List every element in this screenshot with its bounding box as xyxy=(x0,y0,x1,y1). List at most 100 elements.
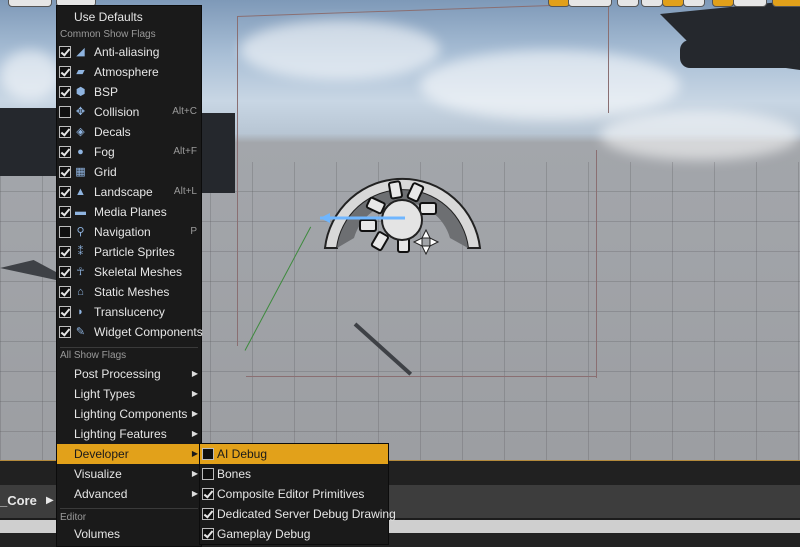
use-defaults-item[interactable]: Use Defaults xyxy=(57,7,201,27)
grid-snap-toggle[interactable] xyxy=(641,0,663,7)
checkbox[interactable] xyxy=(59,126,71,138)
flag-label: Decals xyxy=(94,125,131,139)
ship-mesh xyxy=(680,40,800,68)
show-flag-media-planes[interactable]: ▬ Media Planes xyxy=(57,202,201,222)
flag-label: Grid xyxy=(94,165,117,179)
camera-speed-button[interactable] xyxy=(772,0,800,7)
show-flag-atmosphere[interactable]: ▰ Atmosphere xyxy=(57,62,201,82)
anti-aliasing-icon: ◢ xyxy=(76,46,85,58)
fog-icon: ● xyxy=(77,146,84,158)
skeletal-meshes-icon: ☥ xyxy=(76,266,85,278)
box-edge xyxy=(246,376,596,377)
rotation-snap-button[interactable] xyxy=(712,0,734,7)
checkbox[interactable] xyxy=(59,186,71,198)
submenu-label: Visualize xyxy=(74,467,122,481)
submenu-label: Lighting Features xyxy=(74,427,167,441)
grid-snap-button[interactable] xyxy=(662,0,684,7)
submenu-label: Light Types xyxy=(74,387,136,401)
widget-components-icon: ✎ xyxy=(75,326,86,338)
show-flag-fog[interactable]: ● Fog Alt+F xyxy=(57,142,201,162)
show-flag-static-meshes[interactable]: ⌂ Static Meshes xyxy=(57,282,201,302)
show-flag-bsp[interactable]: ⬢ BSP xyxy=(57,82,201,102)
show-flag-translucency[interactable]: ◗ Translucency xyxy=(57,302,201,322)
checkbox[interactable] xyxy=(59,166,71,178)
show-flag-landscape[interactable]: ▲ Landscape Alt+L xyxy=(57,182,201,202)
flag-label: Fog xyxy=(94,145,115,159)
submenu-lighting-components[interactable]: Lighting Components ▶ xyxy=(57,404,201,424)
show-flag-particle-sprites[interactable]: ⁑ Particle Sprites xyxy=(57,242,201,262)
flag-label: Translucency xyxy=(94,305,165,319)
developer-flag-ai-debug[interactable]: AI Debug xyxy=(200,444,388,464)
show-flag-collision[interactable]: ✥ Collision Alt+C xyxy=(57,102,201,122)
ruin-mesh xyxy=(0,108,56,176)
chevron-right-icon: ▶ xyxy=(191,429,198,438)
checkbox[interactable] xyxy=(59,66,71,78)
flag-label: Composite Editor Primitives xyxy=(217,487,365,501)
developer-submenu: AI Debug Bones Composite Editor Primitives… xyxy=(199,443,396,545)
submenu-visualize[interactable]: Visualize ▶ xyxy=(57,464,201,484)
developer-flag-bones[interactable]: Bones xyxy=(200,464,388,484)
flag-label: BSP xyxy=(94,85,119,99)
menu-separator xyxy=(60,508,198,509)
checkbox[interactable] xyxy=(59,226,71,238)
path-arrow-icon[interactable]: ▶ xyxy=(46,495,54,506)
show-flag-anti-aliasing[interactable]: ◢ Anti-aliasing xyxy=(57,42,201,62)
flag-label: Widget Components xyxy=(94,325,203,339)
chevron-right-icon: ▶ xyxy=(191,369,198,378)
checkbox[interactable] xyxy=(59,86,71,98)
grid-icon: ▦ xyxy=(75,166,86,178)
box-edge xyxy=(608,3,609,113)
scale-snap-button[interactable] xyxy=(733,0,767,7)
surface-snap-button[interactable] xyxy=(617,0,639,7)
decals-icon: ◈ xyxy=(76,126,85,138)
chevron-right-icon: ▶ xyxy=(191,389,198,398)
submenu-lighting-features[interactable]: Lighting Features ▶ xyxy=(57,424,201,444)
submenu-advanced[interactable]: Advanced ▶ xyxy=(57,484,201,504)
developer-flag-dedicated-server-debug-drawing[interactable]: Dedicated Server Debug Drawing xyxy=(200,504,396,524)
directional-light-gizmo[interactable] xyxy=(320,168,485,258)
flag-label: Bones xyxy=(217,467,252,481)
checkbox[interactable] xyxy=(202,468,214,480)
cloud xyxy=(600,110,800,160)
rotation-snap-toggle[interactable] xyxy=(683,0,705,7)
show-flag-skeletal-meshes[interactable]: ☥ Skeletal Meshes xyxy=(57,262,201,282)
developer-flag-gameplay-debug[interactable]: Gameplay Debug xyxy=(200,524,388,544)
checkbox[interactable] xyxy=(59,286,71,298)
transform-mode-button[interactable] xyxy=(568,0,612,7)
section-common-show-flags: Common Show Flags xyxy=(60,29,156,40)
submenu-light-types[interactable]: Light Types ▶ xyxy=(57,384,201,404)
submenu-volumes[interactable]: Volumes xyxy=(57,524,201,544)
show-flag-grid[interactable]: ▦ Grid xyxy=(57,162,201,182)
flag-label: Atmosphere xyxy=(94,65,159,79)
show-flag-widget-components[interactable]: ✎ Widget Components xyxy=(57,322,203,342)
checkbox[interactable] xyxy=(59,46,71,58)
checkbox[interactable] xyxy=(59,106,71,118)
submenu-label: Volumes xyxy=(74,527,121,541)
cloud xyxy=(240,20,440,80)
checkbox[interactable] xyxy=(59,306,71,318)
checkbox[interactable] xyxy=(59,266,71,278)
checkbox[interactable] xyxy=(202,448,214,460)
box-edge xyxy=(237,16,238,346)
checkbox[interactable] xyxy=(59,246,71,258)
flag-label: Static Meshes xyxy=(94,285,170,299)
submenu-label: Advanced xyxy=(74,487,128,501)
submenu-developer[interactable]: Developer ▶ xyxy=(57,444,201,464)
checkbox[interactable] xyxy=(59,206,71,218)
show-flag-navigation[interactable]: ⚲ Navigation P xyxy=(57,222,201,242)
checkbox[interactable] xyxy=(202,508,214,520)
developer-flag-composite-editor-primitives[interactable]: Composite Editor Primitives xyxy=(200,484,388,504)
transform-button[interactable] xyxy=(548,0,570,7)
checkbox[interactable] xyxy=(202,528,214,540)
checkbox[interactable] xyxy=(59,326,71,338)
flag-label: Anti-aliasing xyxy=(94,45,160,59)
chevron-right-icon: ▶ xyxy=(191,409,198,418)
folder-path-label[interactable]: _Core xyxy=(0,493,37,508)
viewport-options-button[interactable] xyxy=(8,0,52,7)
navigation-icon: ⚲ xyxy=(76,226,85,238)
particle-sprites-icon: ⁑ xyxy=(77,246,84,258)
show-flag-decals[interactable]: ◈ Decals xyxy=(57,122,201,142)
submenu-post-processing[interactable]: Post Processing ▶ xyxy=(57,364,201,384)
checkbox[interactable] xyxy=(202,488,214,500)
checkbox[interactable] xyxy=(59,146,71,158)
